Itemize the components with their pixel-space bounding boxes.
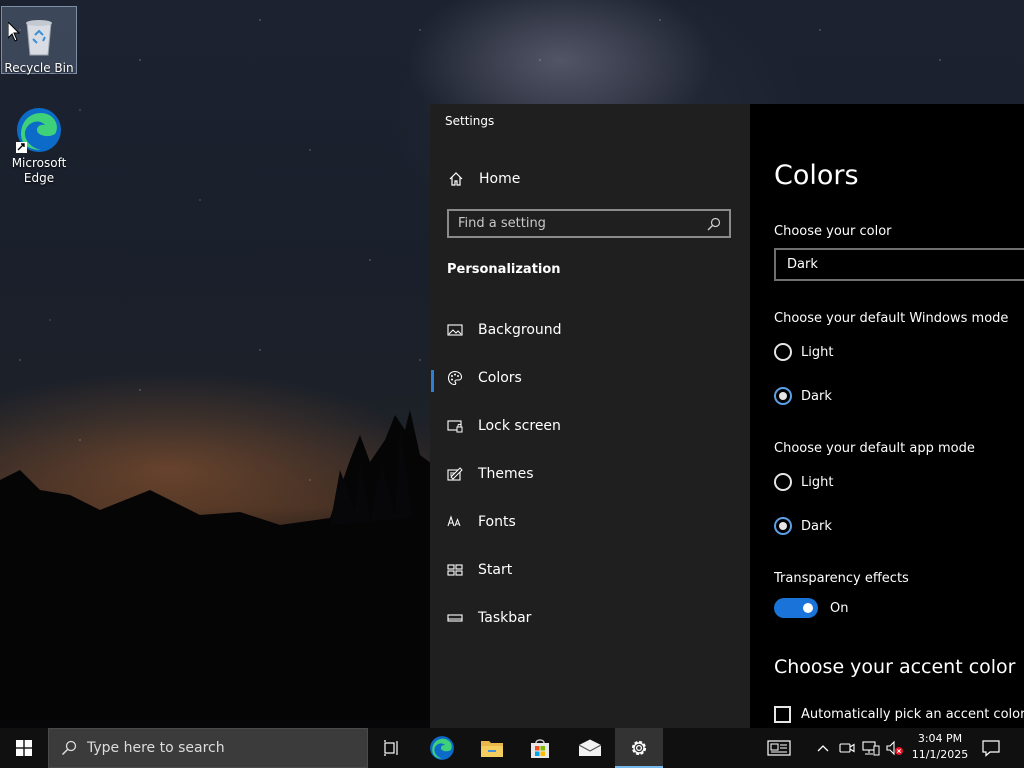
taskbar-edge-button[interactable] — [418, 728, 466, 768]
transparency-label: Transparency effects — [774, 571, 909, 586]
nav-item-label: Lock screen — [478, 418, 561, 434]
toggle-state-label: On — [830, 600, 849, 616]
volume-button[interactable] — [884, 728, 906, 768]
palette-icon — [447, 370, 463, 386]
choose-color-label: Choose your color — [774, 224, 892, 239]
taskbar-store-button[interactable] — [516, 728, 564, 768]
store-icon — [531, 739, 549, 758]
radio-button[interactable] — [774, 473, 792, 491]
app-mode-label: Choose your default app mode — [774, 441, 975, 456]
clock-time: 3:04 PM — [917, 732, 963, 745]
picture-icon — [447, 324, 463, 336]
section-heading: Personalization — [447, 262, 561, 277]
window-title: Settings — [445, 114, 495, 128]
radio-label: Dark — [801, 388, 832, 404]
network-icon — [862, 741, 880, 756]
settings-icon — [631, 740, 647, 756]
settings-search-box[interactable] — [447, 209, 731, 238]
radio-label: Dark — [801, 518, 832, 534]
desktop-icon-label: Microsoft Edge — [11, 156, 67, 185]
radio-button[interactable] — [774, 343, 792, 361]
mail-icon — [578, 739, 602, 756]
start-icon — [447, 564, 463, 576]
meet-now-icon — [839, 743, 855, 753]
nav-item-start[interactable]: Start — [430, 552, 750, 588]
auto-accent-checkbox[interactable] — [774, 706, 791, 723]
nav-item-taskbar[interactable]: Taskbar — [430, 600, 750, 636]
transparency-toggle-row[interactable]: On — [774, 598, 848, 618]
accent-color-heading: Choose your accent color — [774, 656, 1016, 678]
auto-accent-checkbox-row[interactable]: Automatically pick an accent color f — [774, 706, 1024, 723]
radio-button-checked[interactable] — [774, 517, 792, 535]
desktop-icon-label: Recycle Bin — [4, 61, 74, 75]
action-center-button[interactable] — [978, 728, 1004, 768]
nav-item-label: Themes — [478, 466, 534, 482]
transparency-toggle[interactable] — [774, 598, 818, 618]
search-icon — [61, 740, 77, 756]
taskbar-icon — [447, 614, 463, 622]
volume-muted-icon — [886, 740, 903, 756]
notifications-icon — [982, 740, 1000, 757]
meet-now-button[interactable] — [836, 728, 858, 768]
choose-color-dropdown[interactable]: Dark — [774, 248, 1024, 281]
home-icon — [449, 172, 463, 186]
app-mode-light-radio[interactable]: Light — [774, 471, 833, 493]
nav-item-colors[interactable]: Colors — [430, 360, 750, 396]
show-hidden-icons-button[interactable] — [812, 728, 834, 768]
recycle-bin-icon — [26, 20, 52, 56]
colors-page: Colors Choose your color Dark Choose you… — [750, 104, 1024, 728]
nav-item-fonts[interactable]: Fonts — [430, 504, 750, 540]
nav-item-themes[interactable]: Themes — [430, 456, 750, 492]
settings-search-input[interactable] — [449, 215, 707, 232]
desktop-icon-microsoft-edge[interactable]: Microsoft Edge — [1, 102, 77, 190]
edge-icon — [430, 736, 454, 760]
radio-label: Light — [801, 474, 834, 490]
taskbar-clock[interactable]: 3:04 PM 11/1/2025 — [910, 731, 970, 763]
clock-date: 11/1/2025 — [911, 748, 969, 761]
nav-item-label: Start — [478, 562, 513, 578]
taskbar-settings-button[interactable] — [615, 728, 663, 768]
news-icon — [767, 740, 791, 756]
news-button[interactable] — [762, 728, 796, 768]
windows-mode-light-radio[interactable]: Light — [774, 341, 833, 363]
nav-item-label: Taskbar — [478, 610, 532, 626]
radio-button-checked[interactable] — [774, 387, 792, 405]
themes-icon — [447, 467, 463, 481]
nav-item-label: Fonts — [478, 514, 516, 530]
edge-icon — [16, 108, 61, 153]
wallpaper-silhouette — [0, 410, 440, 720]
settings-nav-pane: Settings Home Personalization Background… — [430, 104, 750, 728]
nav-item-label: Background — [478, 322, 562, 338]
nav-item-background[interactable]: Background — [430, 312, 750, 348]
network-button[interactable] — [860, 728, 882, 768]
mouse-cursor-icon — [8, 22, 20, 42]
windows-mode-dark-radio[interactable]: Dark — [774, 385, 832, 407]
taskbar: Type here to search 3:04 PM 11/1/2025 — [0, 728, 1024, 768]
search-icon — [707, 217, 721, 230]
chevron-up-icon — [817, 745, 829, 752]
windows-logo-icon — [16, 740, 32, 756]
app-mode-dark-radio[interactable]: Dark — [774, 515, 832, 537]
page-title: Colors — [774, 160, 859, 191]
taskbar-search-box[interactable]: Type here to search — [48, 728, 368, 768]
windows-mode-label: Choose your default Windows mode — [774, 311, 1009, 326]
taskbar-mail-button[interactable] — [566, 728, 614, 768]
nav-home-label: Home — [479, 171, 521, 187]
checkbox-label: Automatically pick an accent color f — [801, 707, 1024, 722]
fonts-icon — [447, 515, 461, 527]
taskbar-file-explorer-button[interactable] — [468, 728, 516, 768]
nav-item-label: Colors — [478, 370, 522, 386]
file-explorer-icon — [481, 741, 503, 757]
task-view-button[interactable] — [368, 728, 416, 768]
radio-label: Light — [801, 344, 834, 360]
lock-screen-icon — [447, 420, 463, 433]
task-view-icon — [384, 740, 398, 756]
start-button[interactable] — [0, 728, 48, 768]
nav-home[interactable]: Home — [448, 168, 520, 190]
nav-item-lock-screen[interactable]: Lock screen — [430, 408, 750, 444]
taskbar-search-placeholder: Type here to search — [87, 740, 225, 756]
